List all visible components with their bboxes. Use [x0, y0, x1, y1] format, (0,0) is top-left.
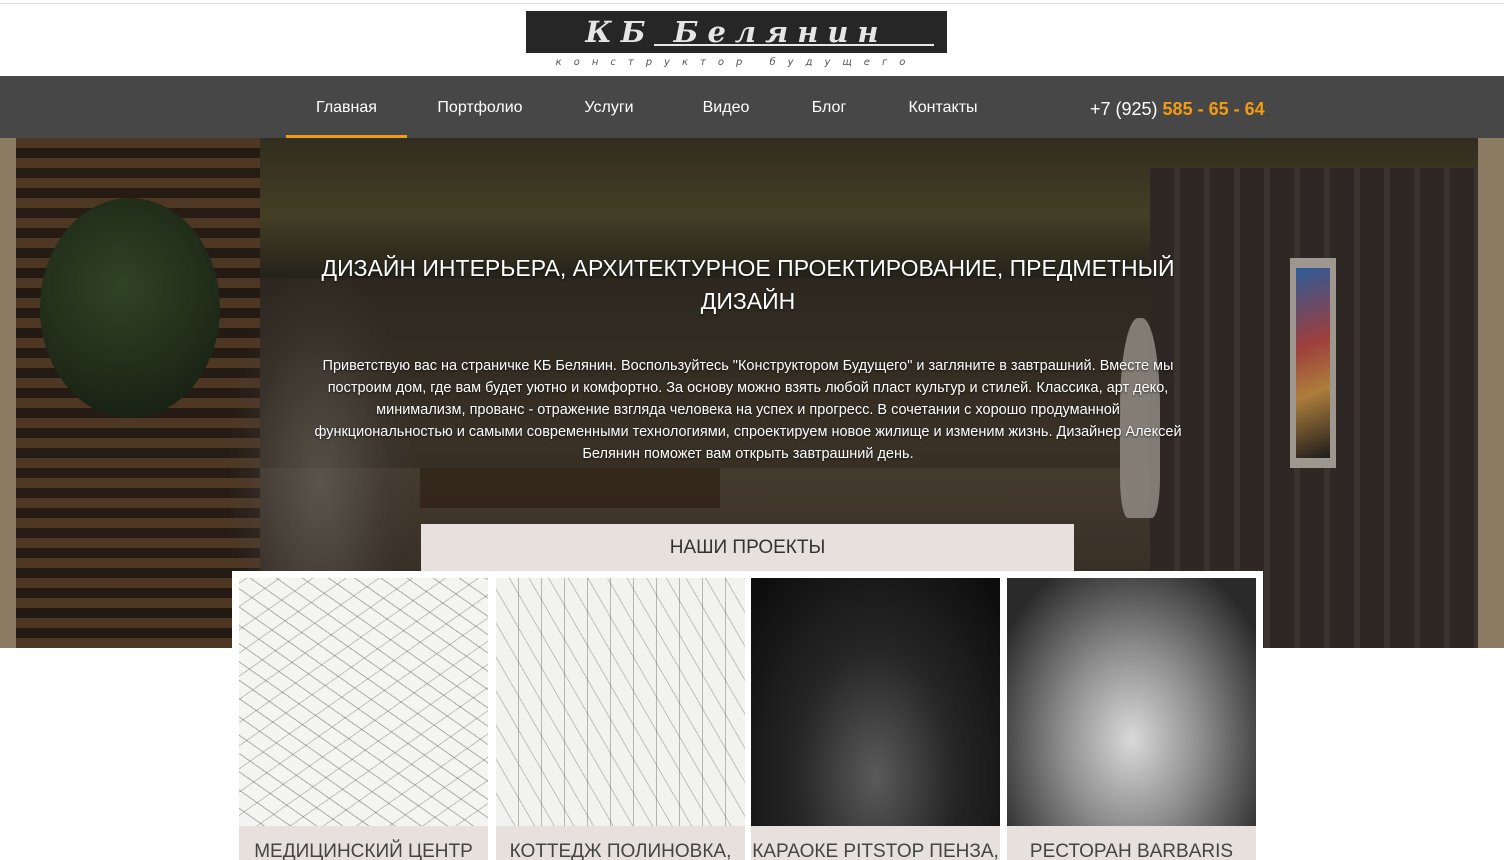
logo-subtitle: конструктор будущего [555, 57, 918, 68]
site-header: КБ Белянин конструктор будущего [0, 0, 1504, 76]
nav-item-video[interactable]: Видео [690, 76, 762, 138]
nav-item-blog[interactable]: Блог [798, 76, 860, 138]
site-logo[interactable]: КБ Белянин конструктор будущего [526, 11, 947, 71]
project-caption[interactable]: РЕСТОРАН BARBARIS [1007, 826, 1256, 860]
project-image-sketch[interactable] [496, 578, 745, 826]
logo-underline [654, 44, 934, 46]
project-card-restaurant[interactable]: РЕСТОРАН BARBARIS [1007, 578, 1256, 860]
nav-item-home[interactable]: Главная [286, 76, 407, 138]
project-image-photo[interactable] [1007, 578, 1256, 826]
phone-digits: 585 - 65 - 64 [1162, 99, 1265, 119]
project-card-karaoke[interactable]: КАРАОКЕ PITSTOP ПЕНЗА, [751, 578, 1000, 860]
project-card-cottage[interactable]: КОТТЕДЖ ПОЛИНОВКА, [496, 578, 745, 860]
project-card-medical-center[interactable]: МЕДИЦИНСКИЙ ЦЕНТР [239, 578, 488, 860]
logo-plate: КБ Белянин [526, 11, 947, 53]
nav-item-portfolio[interactable]: Портфолио [420, 76, 540, 138]
phone-prefix: +7 (925) [1090, 99, 1163, 119]
hero-title: ДИЗАЙН ИНТЕРЬЕРА, АРХИТЕКТУРНОЕ ПРОЕКТИР… [321, 255, 1175, 314]
projects-heading[interactable]: НАШИ ПРОЕКТЫ [421, 524, 1074, 572]
hero-edge-right [1478, 138, 1504, 648]
hero-description: Приветствую вас на страничке КБ Белянин.… [314, 358, 1182, 462]
project-caption[interactable]: МЕДИЦИНСКИЙ ЦЕНТР [239, 826, 488, 860]
project-caption[interactable]: КОТТЕДЖ ПОЛИНОВКА, [496, 826, 745, 860]
page: КБ Белянин конструктор будущего Главная … [0, 0, 1504, 860]
hero-edge-left [0, 138, 16, 648]
project-caption[interactable]: КАРАОКЕ PITSTOP ПЕНЗА, [751, 826, 1000, 860]
project-image-sketch[interactable] [239, 578, 488, 826]
project-image-photo[interactable] [751, 578, 1000, 826]
phone-number[interactable]: +7 (925) 585 - 65 - 64 [1090, 76, 1265, 138]
nav-item-contacts[interactable]: Контакты [896, 76, 990, 138]
nav-item-services[interactable]: Услуги [568, 76, 650, 138]
main-nav: Главная Портфолио Услуги Видео Блог Конт… [0, 76, 1504, 138]
top-divider [0, 3, 1504, 4]
